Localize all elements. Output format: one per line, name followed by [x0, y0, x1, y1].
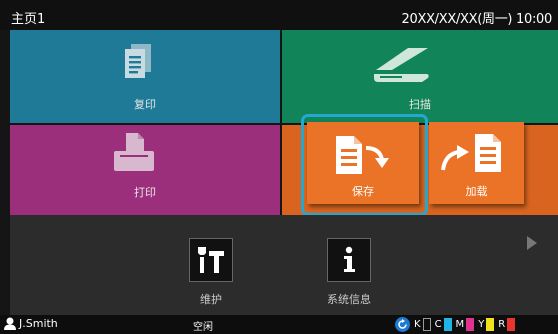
print-label: 打印	[134, 186, 156, 199]
ink-k: K	[414, 318, 431, 331]
ink-levels: K C M Y R	[395, 317, 516, 332]
load-label: 加载	[465, 185, 488, 198]
copy-tile[interactable]: 复印	[10, 30, 280, 123]
maintenance-label: 维护	[200, 293, 222, 306]
maintenance-button[interactable]	[189, 238, 233, 282]
status-bar: J.Smith 空闲 K C M Y R	[0, 315, 558, 334]
info-icon	[344, 246, 355, 272]
datetime: 20XX/XX/XX(周一) 10:00	[401, 12, 553, 27]
system-info-label: 系统信息	[327, 293, 371, 306]
home-title: 主页1	[11, 12, 46, 27]
refresh-icon[interactable]	[395, 317, 410, 332]
machine-status: 空闲	[193, 322, 213, 333]
save-button[interactable]: 保存	[307, 122, 419, 204]
user-info[interactable]: J.Smith	[4, 317, 58, 330]
scan-label: 扫描	[409, 98, 431, 111]
tools-icon	[198, 247, 224, 273]
load-button[interactable]: 加载	[429, 122, 524, 204]
document-arrow-down-icon	[336, 136, 389, 174]
user-name: J.Smith	[19, 317, 58, 330]
ink-r-bar	[507, 318, 516, 331]
user-icon	[4, 317, 16, 330]
scanner-icon	[374, 48, 429, 82]
document-stack-icon	[125, 44, 151, 78]
ink-m: M	[456, 318, 475, 331]
top-bar: 主页1 20XX/XX/XX(周一) 10:00	[0, 0, 558, 30]
arrow-document-icon	[441, 134, 501, 172]
ink-y-bar	[486, 318, 495, 331]
ink-m-bar	[466, 318, 475, 331]
ink-c-bar	[443, 318, 452, 331]
copy-label: 复印	[134, 98, 156, 111]
scan-tile[interactable]: 扫描	[282, 30, 558, 123]
ink-k-bar	[422, 318, 431, 331]
home-screen: 主页1 20XX/XX/XX(周一) 10:00 复印 扫描 打印 保存 加载 …	[0, 0, 558, 334]
chevron-right-icon[interactable]	[527, 236, 537, 250]
ink-c: C	[435, 318, 452, 331]
ink-r: R	[498, 318, 516, 331]
system-info-button[interactable]	[327, 238, 371, 282]
save-label: 保存	[352, 185, 374, 198]
printer-icon	[114, 133, 154, 171]
tools-panel	[10, 215, 558, 315]
print-tile[interactable]: 打印	[10, 125, 280, 215]
ink-y: Y	[478, 318, 495, 331]
